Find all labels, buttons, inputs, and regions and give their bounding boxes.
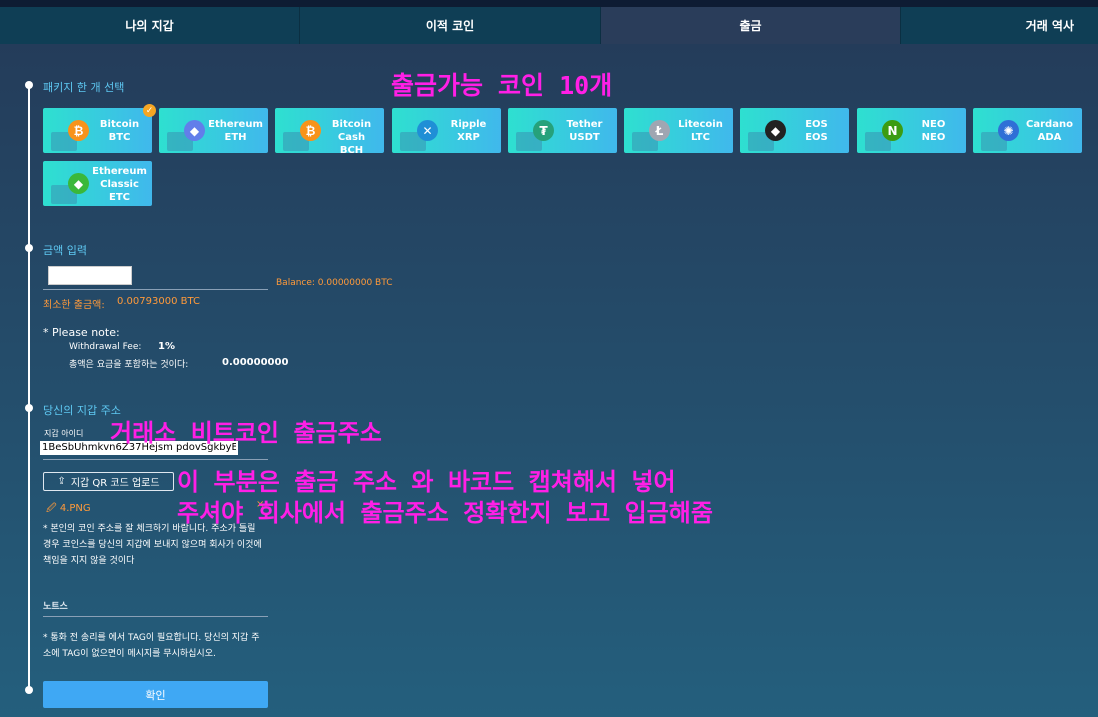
tab-transfer-coin[interactable]: 이적 코인 bbox=[300, 7, 601, 44]
coin-label: Bitcoin BTC bbox=[91, 118, 148, 144]
coin-name: Litecoin bbox=[678, 119, 723, 130]
coin-symbol: ETC bbox=[109, 192, 130, 203]
tether-icon: ₮ bbox=[533, 120, 554, 141]
litecoin-icon: Ł bbox=[649, 120, 670, 141]
top-strip bbox=[0, 0, 1098, 7]
ripple-icon: ✕ bbox=[417, 120, 438, 141]
amount-title: 금액 입력 bbox=[43, 244, 87, 257]
attached-file[interactable]: 🖉 4.PNG bbox=[46, 501, 91, 518]
ethereum-classic-icon: ◆ bbox=[68, 173, 89, 194]
coin-tile-eth[interactable]: ◆ Ethereum ETH bbox=[159, 108, 268, 153]
coin-label: Ethereum ETH bbox=[207, 118, 264, 144]
package-select-title: 패키지 한 개 선택 bbox=[43, 81, 125, 94]
annotation-instruction-2: 주셔야 회사에서 출금주소 정확한지 보고 입금해줌 bbox=[177, 499, 713, 527]
coin-name: NEO bbox=[921, 119, 946, 130]
annotation-exchange-address: 거래소 비트코인 출금주소 bbox=[110, 419, 382, 447]
coin-symbol: BTC bbox=[108, 132, 131, 143]
notes-underline bbox=[43, 616, 268, 617]
coin-symbol: XRP bbox=[457, 132, 480, 143]
coin-tile-usdt[interactable]: ₮ Tether USDT bbox=[508, 108, 617, 153]
selected-check-icon: ✓ bbox=[143, 104, 156, 117]
eos-icon: ◆ bbox=[765, 120, 786, 141]
coin-tile-ltc[interactable]: Ł Litecoin LTC bbox=[624, 108, 733, 153]
timeline-dot-2 bbox=[25, 244, 33, 252]
coin-symbol: NEO bbox=[921, 132, 946, 143]
coin-label: EOS EOS bbox=[788, 118, 845, 144]
coin-label: Litecoin LTC bbox=[672, 118, 729, 144]
tab-withdraw[interactable]: 출금 bbox=[601, 7, 901, 44]
annotation-coins-available: 출금가능 코인 10개 bbox=[391, 71, 613, 100]
coin-name: EOS bbox=[805, 119, 828, 130]
total-value: 0.00000000 bbox=[222, 357, 289, 368]
coin-name-part: Classic bbox=[100, 179, 139, 190]
bitcoin-cash-icon: ₿ bbox=[300, 120, 321, 141]
timeline-dot-1 bbox=[25, 81, 33, 89]
confirm-button[interactable]: 확인 bbox=[43, 681, 268, 708]
coin-name: Bitcoin bbox=[99, 119, 140, 130]
coin-name: Ethereum bbox=[208, 119, 263, 130]
coin-label: Ethereum Classic ETC bbox=[91, 165, 148, 204]
paperclip-icon: 🖉 bbox=[46, 503, 57, 514]
ethereum-icon: ◆ bbox=[184, 120, 205, 141]
coin-symbol: EOS bbox=[805, 132, 828, 143]
address-underline bbox=[43, 459, 268, 460]
min-withdraw-value: 0.00793000 BTC bbox=[117, 296, 200, 307]
neo-icon: N bbox=[882, 120, 903, 141]
coin-label: Tether USDT bbox=[556, 118, 613, 144]
coin-symbol: ETH bbox=[224, 132, 247, 143]
coin-symbol: ADA bbox=[1037, 132, 1062, 143]
coin-label: Bitcoin Cash BCH bbox=[323, 118, 380, 153]
qr-upload-button[interactable]: ⇪ 지갑 QR 코드 업로드 bbox=[43, 472, 174, 491]
fee-label: Withdrawal Fee: bbox=[69, 342, 142, 352]
coin-label: NEO NEO bbox=[905, 118, 962, 144]
coin-name-part: Ethereum bbox=[92, 166, 147, 177]
annotation-instruction-1: 이 부분은 출금 주소 와 바코드 캡쳐해서 넣어 bbox=[177, 468, 676, 496]
timeline-dot-4 bbox=[25, 686, 33, 694]
tab-bar: 나의 지갑 이적 코인 출금 거래 역사 bbox=[0, 7, 1098, 44]
warning-line-2: 경우 코인스를 당신의 지갑에 보내지 않으며 회사가 이것에 bbox=[43, 540, 262, 550]
min-withdraw-label: 최소한 출금액: bbox=[43, 300, 105, 311]
notes-label: 노트스 bbox=[43, 602, 68, 612]
coin-name: Tether bbox=[566, 119, 603, 130]
amount-underline bbox=[43, 289, 268, 290]
balance-text: Balance: 0.00000000 BTC bbox=[276, 278, 393, 288]
cardano-icon: ✺ bbox=[998, 120, 1019, 141]
total-label: 총액은 요금을 포함하는 것이다: bbox=[69, 360, 189, 370]
tag-line-1: * 통화 전 송리를 에서 TAG이 필요합니다. 당신의 지갑 주 bbox=[43, 633, 260, 643]
coin-tile-btc[interactable]: ₿ Bitcoin BTC bbox=[43, 108, 152, 153]
file-name: 4.PNG bbox=[59, 503, 91, 514]
coin-name: Bitcoin Cash bbox=[331, 119, 372, 143]
coin-symbol: USDT bbox=[569, 132, 600, 143]
coin-tile-bch[interactable]: ₿ Bitcoin Cash BCH bbox=[275, 108, 384, 153]
coin-symbol: BCH bbox=[339, 145, 364, 153]
coin-name: Ripple bbox=[450, 119, 487, 130]
coin-name: Cardano bbox=[1026, 119, 1073, 130]
bitcoin-icon: ₿ bbox=[68, 120, 89, 141]
coin-label: Ripple XRP bbox=[440, 118, 497, 144]
tab-history[interactable]: 거래 역사 bbox=[901, 7, 1098, 44]
wallet-id-label: 지갑 아이디 bbox=[44, 429, 84, 438]
tag-line-2: 소에 TAG이 없으면이 메시지를 무시하십시오. bbox=[43, 649, 216, 659]
coin-label: Cardano ADA bbox=[1021, 118, 1078, 144]
timeline-line bbox=[28, 84, 30, 690]
fee-value: 1% bbox=[158, 341, 175, 352]
coin-tile-neo[interactable]: N NEO NEO bbox=[857, 108, 966, 153]
coin-symbol: LTC bbox=[691, 132, 710, 143]
upload-icon: ⇪ bbox=[57, 476, 66, 487]
coin-tile-etc[interactable]: ◆ Ethereum Classic ETC bbox=[43, 161, 152, 206]
coin-tile-ada[interactable]: ✺ Cardano ADA bbox=[973, 108, 1082, 153]
please-note: * Please note: bbox=[43, 326, 120, 339]
coin-tile-xrp[interactable]: ✕ Ripple XRP bbox=[392, 108, 501, 153]
amount-input[interactable] bbox=[48, 266, 132, 285]
timeline-dot-3 bbox=[25, 404, 33, 412]
coin-tile-eos[interactable]: ◆ EOS EOS bbox=[740, 108, 849, 153]
warning-line-3: 책임을 지지 않을 것이다 bbox=[43, 556, 135, 566]
tab-my-wallet[interactable]: 나의 지갑 bbox=[0, 7, 300, 44]
qr-upload-label: 지갑 QR 코드 업로드 bbox=[70, 478, 160, 489]
